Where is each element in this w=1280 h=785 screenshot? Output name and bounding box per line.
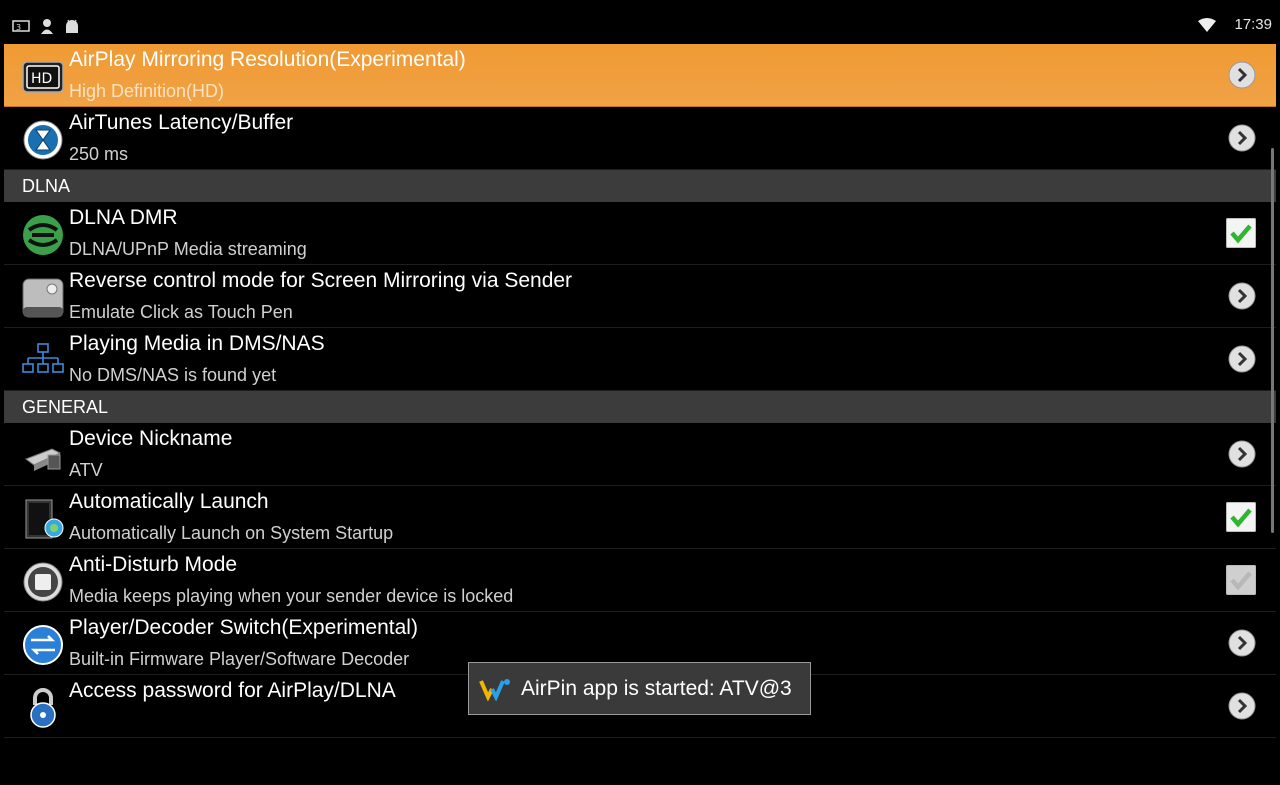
- chevron-right-icon[interactable]: [1228, 282, 1256, 310]
- android-icon: [66, 19, 78, 33]
- row-subtitle: ATV: [69, 460, 103, 480]
- checkmark-icon: [1230, 508, 1252, 528]
- network-tree-icon: [22, 343, 64, 373]
- row-auto-launch[interactable]: Automatically Launch Automatically Launc…: [4, 486, 1276, 549]
- person-icon: [41, 19, 53, 34]
- row-airplay-resolution[interactable]: HD AirPlay Mirroring Resolution(Experime…: [4, 44, 1276, 107]
- checkmark-icon: [1230, 224, 1252, 244]
- chevron-right-icon[interactable]: [1228, 61, 1256, 89]
- chevron-right-icon[interactable]: [1228, 124, 1256, 152]
- row-title: Anti-Disturb Mode: [69, 553, 238, 576]
- status-bar-right: 17:39: [1198, 16, 1272, 33]
- row-subtitle: Emulate Click as Touch Pen: [69, 302, 293, 322]
- media-icon: 3: [12, 20, 30, 32]
- row-device-nickname[interactable]: Device Nickname ATV: [4, 423, 1276, 486]
- row-title: AirTunes Latency/Buffer: [69, 111, 294, 134]
- row-subtitle: DLNA/UPnP Media streaming: [69, 239, 307, 259]
- status-bar: 3 17:39: [0, 0, 1280, 44]
- anti-disturb-checkbox[interactable]: [1226, 565, 1256, 595]
- row-title: Access password for AirPlay/DLNA: [69, 679, 396, 702]
- padlock-icon: [30, 688, 56, 728]
- row-subtitle: 250 ms: [69, 144, 129, 164]
- checkmark-icon: [1230, 571, 1252, 591]
- clock: 17:39: [1234, 16, 1272, 33]
- row-title: Reverse control mode for Screen Mirrorin…: [69, 269, 573, 292]
- chevron-right-icon[interactable]: [1228, 692, 1256, 720]
- row-dlna-dmr[interactable]: DLNA DMR DLNA/UPnP Media streaming: [4, 202, 1276, 265]
- dlna-dmr-checkbox[interactable]: [1226, 218, 1256, 248]
- dlna-icon: [23, 215, 63, 255]
- hd-icon: HD: [22, 61, 64, 93]
- chevron-right-icon[interactable]: [1228, 440, 1256, 468]
- row-anti-disturb[interactable]: Anti-Disturb Mode Media keeps playing wh…: [4, 549, 1276, 612]
- row-title: Automatically Launch: [69, 490, 269, 513]
- row-subtitle: High Definition(HD): [69, 81, 225, 101]
- row-airtunes-latency[interactable]: AirTunes Latency/Buffer 250 ms: [4, 107, 1276, 170]
- chevron-right-icon[interactable]: [1228, 345, 1256, 373]
- device-icon: [24, 448, 62, 471]
- toast-notification: AirPin app is started: ATV@3: [468, 662, 811, 715]
- row-title: AirPlay Mirroring Resolution(Experimenta…: [69, 48, 466, 71]
- toast-text: AirPin app is started: ATV@3: [521, 676, 792, 700]
- section-header-general: GENERAL: [4, 391, 1276, 423]
- row-title: DLNA DMR: [69, 206, 178, 229]
- scrollbar[interactable]: [1271, 148, 1274, 533]
- launch-icon: [25, 499, 64, 539]
- switch-icon: [23, 625, 63, 665]
- hourglass-icon: [23, 120, 63, 160]
- row-playing-media[interactable]: Playing Media in DMS/NAS No DMS/NAS is f…: [4, 328, 1276, 391]
- row-title: Playing Media in DMS/NAS: [69, 332, 325, 355]
- touch-pen-icon: [22, 278, 64, 318]
- lock-screen-icon: [23, 562, 63, 602]
- svg-text:HD: HD: [31, 71, 52, 87]
- auto-launch-checkbox[interactable]: [1226, 502, 1256, 532]
- settings-list[interactable]: HD AirPlay Mirroring Resolution(Experime…: [4, 44, 1276, 738]
- chevron-right-icon[interactable]: [1228, 629, 1256, 657]
- row-title: Player/Decoder Switch(Experimental): [69, 616, 418, 639]
- wifi-icon: [1198, 17, 1217, 32]
- svg-text:3: 3: [16, 23, 21, 32]
- row-title: Device Nickname: [69, 427, 233, 450]
- row-subtitle: Media keeps playing when your sender dev…: [69, 586, 514, 606]
- row-subtitle: Built-in Firmware Player/Software Decode…: [69, 649, 410, 669]
- airpin-logo-icon: [479, 678, 510, 701]
- status-bar-left: 3: [12, 18, 80, 34]
- row-reverse-control[interactable]: Reverse control mode for Screen Mirrorin…: [4, 265, 1276, 328]
- row-subtitle: No DMS/NAS is found yet: [69, 365, 277, 385]
- section-header-dlna: DLNA: [4, 170, 1276, 202]
- row-subtitle: Automatically Launch on System Startup: [69, 523, 394, 543]
